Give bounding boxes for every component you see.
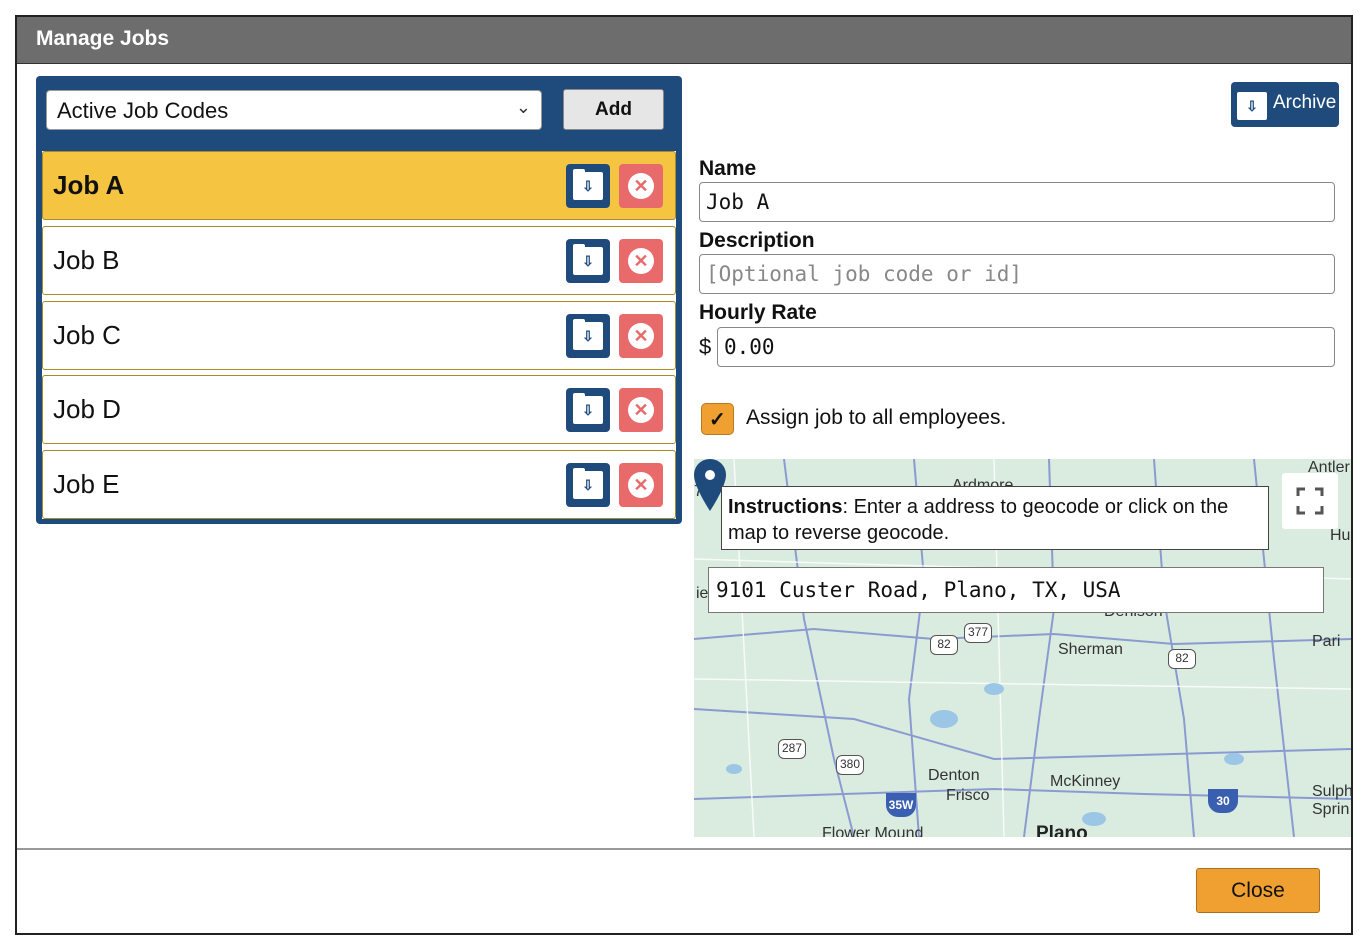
folder-archive-icon: ⇩ [573,319,603,350]
archive-job-button[interactable]: ⇩ [566,463,610,507]
folder-archive-icon: ⇩ [573,244,603,275]
map-place-label: Plano [1036,823,1088,837]
name-field[interactable]: Job A [699,182,1335,222]
hourly-rate-field[interactable]: 0.00 [717,327,1335,367]
map-place-label: McKinney [1050,773,1121,790]
delete-job-button[interactable]: ✕ [619,463,663,507]
assign-all-label: Assign job to all employees. [746,406,1007,429]
map-place-label: Pari [1312,633,1341,650]
interstate-shield: 35W [886,793,916,817]
job-list-panel: Active Job Codes ⌄ Add Job A ⇩ ✕ Job B ⇩ [36,76,682,524]
job-name: Job A [53,170,125,200]
folder-archive-icon: ⇩ [573,468,603,499]
archive-job-button[interactable]: ⇩ [566,239,610,283]
map-instructions: Instructions: Enter a address to geocode… [721,486,1269,550]
archive-job-button[interactable]: ⇩ [566,164,610,208]
manage-jobs-dialog: Manage Jobs Active Job Codes ⌄ Add Job A… [15,15,1353,935]
map-place-label: Sherman [1058,641,1123,658]
dialog-title: Manage Jobs [17,17,1351,63]
job-list: Job A ⇩ ✕ Job B ⇩ ✕ Job C ⇩ ✕ Job D ⇩ ✕ … [42,151,676,519]
footer-divider [17,848,1351,850]
folder-archive-icon: ⇩ [573,393,603,424]
description-field[interactable]: [Optional job code or id] [699,254,1335,294]
job-row-a[interactable]: Job A ⇩ ✕ [42,151,676,220]
delete-job-button[interactable]: ✕ [619,164,663,208]
hourly-rate-label: Hourly Rate [699,301,817,324]
geocode-map[interactable]: Antler Ardmore Hu Denison Sherman Pari D… [694,459,1353,837]
close-icon: ✕ [628,472,654,498]
map-place-label: Frisco [946,787,990,804]
job-name: Job B [53,245,120,275]
assign-all-checkbox[interactable]: ✓ [701,403,734,435]
close-icon: ✕ [628,323,654,349]
route-shield: 380 [836,755,864,775]
route-shield: 287 [778,739,806,759]
archive-label: Archive [1273,92,1337,113]
job-row-b[interactable]: Job B ⇩ ✕ [42,226,676,295]
job-name: Job C [53,320,121,350]
fullscreen-button[interactable] [1282,473,1338,529]
address-input[interactable]: 9101 Custer Road, Plano, TX, USA [708,567,1324,613]
map-place-label: Sprin [1312,801,1350,818]
archive-job-button[interactable]: ⇩ [566,388,610,432]
instructions-heading: Instructions [728,496,843,518]
currency-symbol: $ [699,334,712,359]
checkmark-icon: ✓ [709,409,726,431]
job-row-c[interactable]: Job C ⇩ ✕ [42,301,676,370]
folder-archive-icon: ⇩ [573,169,603,200]
job-row-e[interactable]: Job E ⇩ ✕ [42,450,676,519]
name-label: Name [699,157,757,180]
interstate-shield: 30 [1208,789,1238,813]
map-place-label: ie [696,585,709,602]
archive-job-button[interactable]: ⇩ [566,314,610,358]
job-name: Job D [53,394,121,424]
close-icon: ✕ [628,248,654,274]
archive-button[interactable]: ⇩ Archive [1231,82,1339,127]
close-icon: ✕ [628,397,654,423]
map-place-label: Denton [928,767,980,784]
route-shield: 82 [930,635,958,655]
chevron-down-icon: ⌄ [515,97,531,117]
map-place-label: Sulph [1312,783,1353,800]
fullscreen-icon [1296,487,1324,515]
route-shield: 82 [1168,649,1196,669]
route-shield: 377 [964,623,992,643]
close-button[interactable]: Close [1196,868,1320,913]
job-row-d[interactable]: Job D ⇩ ✕ [42,375,676,444]
job-name: Job E [53,469,120,499]
add-button[interactable]: Add [563,89,664,130]
delete-job-button[interactable]: ✕ [619,239,663,283]
map-place-label: Flower Mound [822,825,924,837]
job-filter-select[interactable]: Active Job Codes ⌄ [46,90,542,130]
description-label: Description [699,229,815,252]
delete-job-button[interactable]: ✕ [619,314,663,358]
folder-archive-icon: ⇩ [1237,92,1267,120]
close-icon: ✕ [628,173,654,199]
delete-job-button[interactable]: ✕ [619,388,663,432]
map-place-label: Hu [1330,527,1351,544]
title-divider [17,63,1351,64]
job-filter-value: Active Job Codes [57,98,229,123]
